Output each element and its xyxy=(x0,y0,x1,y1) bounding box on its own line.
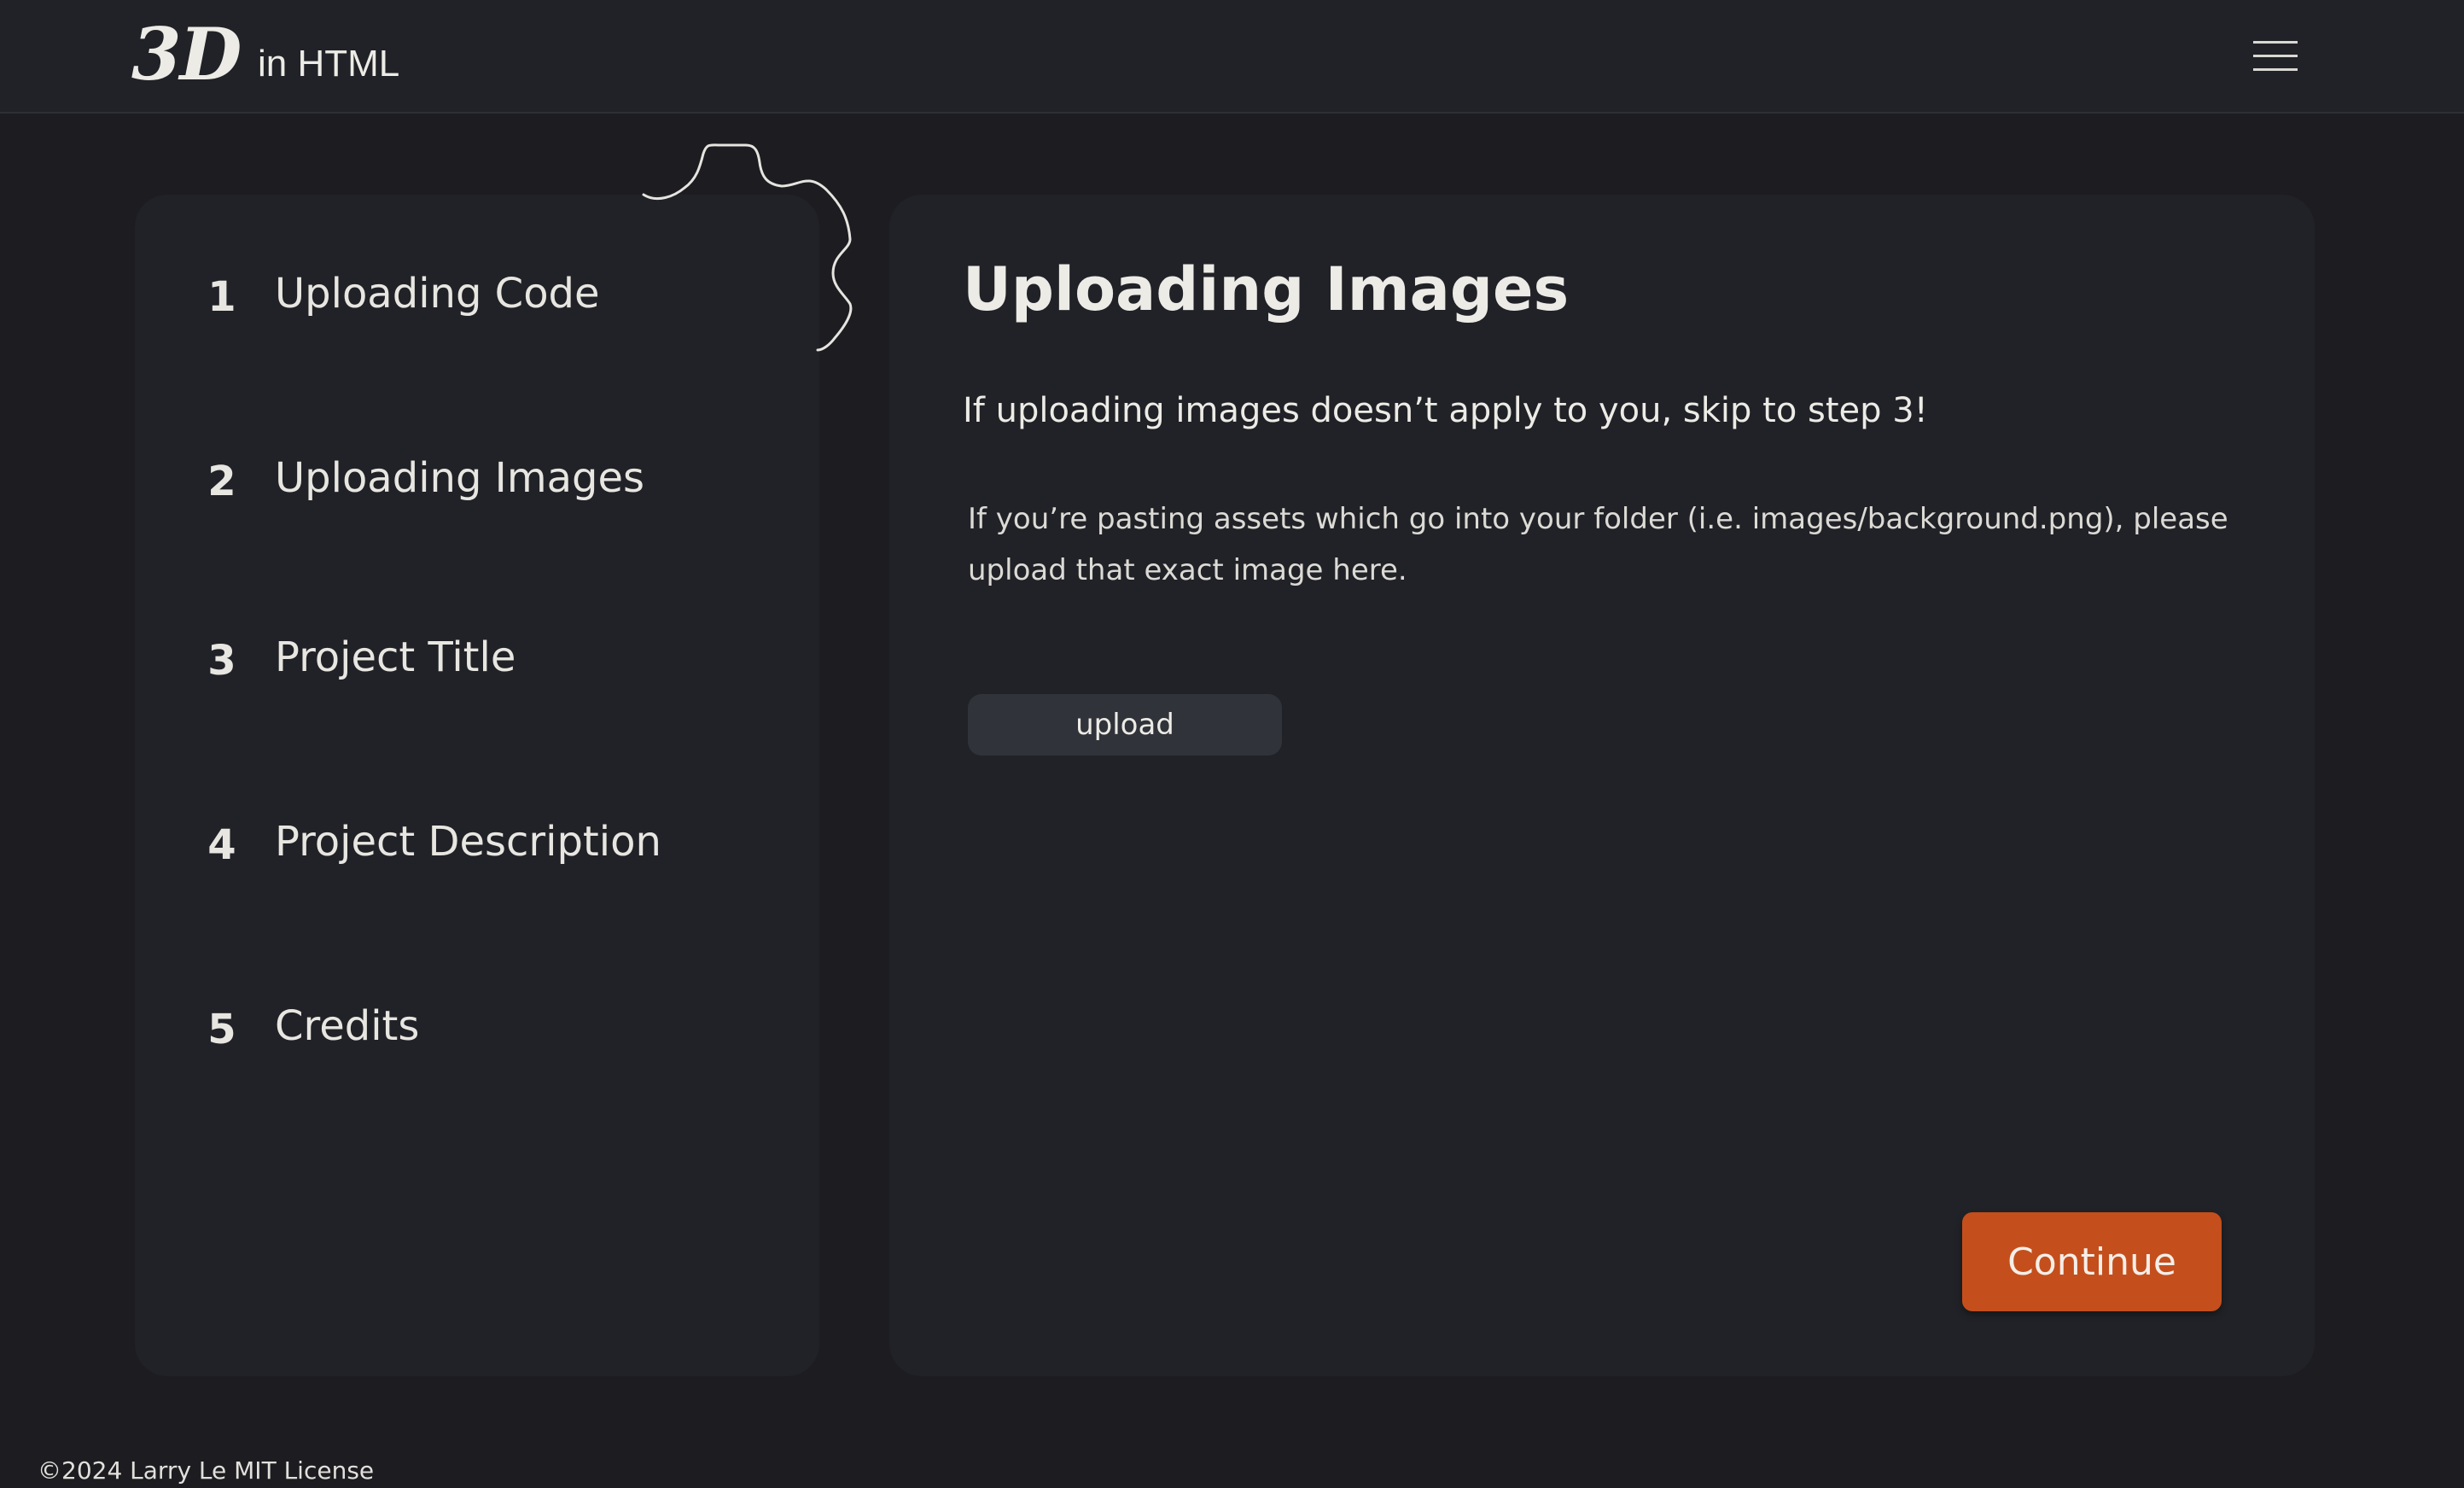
upload-button[interactable]: upload xyxy=(968,694,1282,756)
skip-hint: If uploading images doesn’t apply to you… xyxy=(963,391,1928,430)
step-number: 2 xyxy=(207,458,236,505)
logo-text: in HTML xyxy=(258,43,400,85)
step-label: Project Description xyxy=(275,818,661,866)
menu-line xyxy=(2253,55,2298,57)
step-item-uploading-code[interactable]: 1 Uploading Code xyxy=(135,244,819,347)
step-label: Uploading Code xyxy=(275,270,600,318)
step-number: 4 xyxy=(207,821,236,869)
step-label: Project Title xyxy=(275,633,516,681)
step-label: Credits xyxy=(275,1002,420,1050)
step-number: 5 xyxy=(207,1006,236,1053)
step-item-uploading-images[interactable]: 2 Uploading Images xyxy=(135,429,819,531)
steps-sidebar: 1 Uploading Code 2 Uploading Images 3 Pr… xyxy=(135,195,819,1376)
step-item-credits[interactable]: 5 Credits xyxy=(135,977,819,1079)
menu-line xyxy=(2253,41,2298,44)
step-number: 1 xyxy=(207,273,236,321)
upload-instructions: If you’re pasting assets which go into y… xyxy=(968,502,2228,587)
hamburger-menu-icon[interactable] xyxy=(2253,38,2304,75)
step-number: 3 xyxy=(207,637,236,685)
footer-copyright: ©2024 Larry Le MIT License xyxy=(38,1456,375,1485)
page-title: Uploading Images xyxy=(963,254,1570,324)
menu-line xyxy=(2253,68,2298,71)
step-label: Uploading Images xyxy=(275,454,645,502)
logo-mark[interactable]: 3D xyxy=(131,12,242,98)
step-item-project-title[interactable]: 3 Project Title xyxy=(135,608,819,710)
step-content-panel: Uploading Images If uploading images doe… xyxy=(889,195,2315,1376)
continue-button[interactable]: Continue xyxy=(1962,1212,2222,1311)
step-item-project-description[interactable]: 4 Project Description xyxy=(135,792,819,895)
top-header: 3D in HTML xyxy=(0,0,2464,114)
